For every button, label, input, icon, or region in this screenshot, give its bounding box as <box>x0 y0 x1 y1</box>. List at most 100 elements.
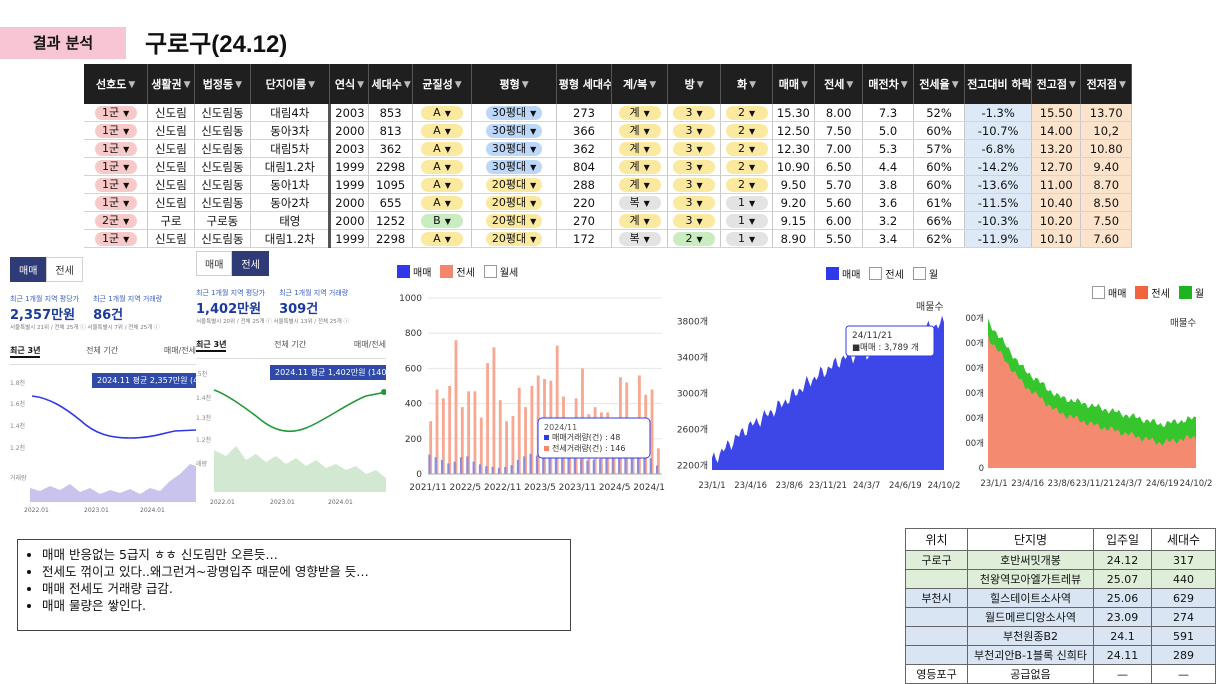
dropdown-chip[interactable]: 2 ▼ <box>725 178 768 192</box>
dropdown-chip[interactable]: 3 ▼ <box>673 142 716 156</box>
filter-icon[interactable]: ▼ <box>308 80 315 90</box>
column-header[interactable]: 세대수 ▼ <box>368 64 413 104</box>
dropdown-chip[interactable]: A ▼ <box>421 124 464 138</box>
column-header[interactable]: 전세율 ▼ <box>913 64 966 104</box>
dropdown-chip[interactable]: 복 ▼ <box>618 232 661 246</box>
filter-icon[interactable]: ▼ <box>749 80 756 90</box>
dropdown-chip[interactable]: 계 ▼ <box>618 106 661 120</box>
dropdown-chip[interactable]: 계 ▼ <box>618 142 661 156</box>
subtab-3y[interactable]: 최근 3년 <box>196 339 227 352</box>
dropdown-chip[interactable]: 계 ▼ <box>618 214 661 228</box>
dropdown-chip[interactable]: 3 ▼ <box>673 124 716 138</box>
column-header[interactable]: 전세 ▼ <box>814 64 864 104</box>
column-header[interactable]: 생활권 ▼ <box>147 64 195 104</box>
dropdown-chip[interactable]: 2 ▼ <box>673 232 716 246</box>
dropdown-chip[interactable]: 1 ▼ <box>725 232 768 246</box>
table-cell: 3 ▼ <box>667 139 722 158</box>
filter-icon[interactable]: ▼ <box>184 80 191 90</box>
dropdown-chip[interactable]: 1군 ▼ <box>94 196 137 210</box>
filter-icon[interactable]: ▼ <box>455 80 462 90</box>
filter-icon[interactable]: ▼ <box>1119 80 1126 90</box>
dropdown-chip[interactable]: B ▼ <box>421 214 464 228</box>
dropdown-chip[interactable]: A ▼ <box>421 160 464 174</box>
dropdown-chip[interactable]: 복 ▼ <box>618 196 661 210</box>
dropdown-chip[interactable]: 30평대 ▼ <box>485 106 543 120</box>
filter-icon[interactable]: ▼ <box>357 80 364 90</box>
dropdown-chip[interactable]: 30평대 ▼ <box>485 160 543 174</box>
column-header[interactable]: 전저점 ▼ <box>1080 64 1132 104</box>
dropdown-chip[interactable]: 3 ▼ <box>673 160 716 174</box>
filter-icon[interactable]: ▼ <box>649 80 656 90</box>
dropdown-chip[interactable]: 계 ▼ <box>618 178 661 192</box>
filter-icon[interactable]: ▼ <box>128 80 135 90</box>
column-header[interactable]: 평형 세대수▼ <box>556 64 613 104</box>
dropdown-chip[interactable]: 1군 ▼ <box>94 106 137 120</box>
supply-row: 부천시 힐스테이트소사역 25.06 629 <box>905 588 1216 608</box>
tab-jeonse[interactable]: 전세 <box>46 257 83 282</box>
filter-icon[interactable]: ▼ <box>846 80 853 90</box>
column-header[interactable]: 연식 ▼ <box>329 64 370 104</box>
tab-jeonse[interactable]: 전세 <box>232 251 269 276</box>
tab-sale[interactable]: 매매 <box>196 251 233 276</box>
dropdown-chip[interactable]: 1 ▼ <box>725 196 768 210</box>
filter-icon[interactable]: ▼ <box>235 80 242 90</box>
subtab-3y[interactable]: 최근 3년 <box>10 345 41 358</box>
column-header[interactable]: 매매 ▼ <box>772 64 815 104</box>
column-header[interactable]: 법정동 ▼ <box>194 64 252 104</box>
subtab-all[interactable]: 전체 기간 <box>86 345 118 358</box>
filter-icon[interactable]: ▼ <box>697 80 704 90</box>
filter-icon[interactable]: ▼ <box>522 80 529 90</box>
filter-icon[interactable]: ▼ <box>801 80 808 90</box>
x-tick: 23/4/16 <box>734 481 767 491</box>
dropdown-chip[interactable]: 계 ▼ <box>618 124 661 138</box>
dropdown-chip[interactable]: 2 ▼ <box>725 124 768 138</box>
column-header[interactable]: 매전차 ▼ <box>862 64 914 104</box>
dropdown-chip[interactable]: 1군 ▼ <box>94 232 137 246</box>
dropdown-chip[interactable]: A ▼ <box>421 142 464 156</box>
dropdown-chip[interactable]: 1군 ▼ <box>94 178 137 192</box>
column-header[interactable]: 단지이름 ▼ <box>250 64 331 104</box>
subtab-sale-jeonse[interactable]: 매매/전세 <box>164 345 196 358</box>
filter-icon[interactable]: ▼ <box>1069 80 1076 90</box>
dropdown-chip[interactable]: 2군 ▼ <box>94 214 137 228</box>
table-cell: 10,2 <box>1080 121 1132 140</box>
dropdown-chip[interactable]: 1군 ▼ <box>94 124 137 138</box>
dropdown-chip[interactable]: 2 ▼ <box>725 142 768 156</box>
dropdown-chip[interactable]: 3 ▼ <box>673 196 716 210</box>
column-header[interactable]: 균질성 ▼ <box>412 64 473 104</box>
dropdown-chip[interactable]: A ▼ <box>421 196 464 210</box>
dropdown-chip[interactable]: 30평대 ▼ <box>485 142 543 156</box>
filter-icon[interactable]: ▼ <box>952 80 959 90</box>
dropdown-chip[interactable]: 20평대 ▼ <box>485 196 543 210</box>
subtab-all[interactable]: 전체 기간 <box>274 339 306 352</box>
dropdown-chip[interactable]: A ▼ <box>421 178 464 192</box>
column-header[interactable]: 계/복 ▼ <box>611 64 668 104</box>
dropdown-chip[interactable]: A ▼ <box>421 232 464 246</box>
dropdown-chip[interactable]: 20평대 ▼ <box>485 232 543 246</box>
dropdown-chip[interactable]: 1군 ▼ <box>94 160 137 174</box>
column-header[interactable]: 선호도 ▼ <box>84 64 149 104</box>
dropdown-chip[interactable]: 3 ▼ <box>673 178 716 192</box>
dropdown-chip[interactable]: 계 ▼ <box>618 160 661 174</box>
tab-sale[interactable]: 매매 <box>10 257 47 282</box>
column-header[interactable]: 화 ▼ <box>720 64 773 104</box>
dropdown-chip[interactable]: 3 ▼ <box>673 214 716 228</box>
column-header[interactable]: 평형 ▼ <box>471 64 557 104</box>
table-cell: -6.8% <box>964 139 1033 158</box>
column-header[interactable]: 전고대비 하락▼ <box>964 64 1033 104</box>
filter-icon[interactable]: ▼ <box>901 80 908 90</box>
dropdown-chip[interactable]: 30평대 ▼ <box>485 124 543 138</box>
dropdown-chip[interactable]: 20평대 ▼ <box>485 178 543 192</box>
dropdown-chip[interactable]: A ▼ <box>421 106 464 120</box>
dropdown-chip[interactable]: 1군 ▼ <box>94 142 137 156</box>
dropdown-chip[interactable]: 2 ▼ <box>725 106 768 120</box>
dropdown-chip[interactable]: 2 ▼ <box>725 160 768 174</box>
column-header[interactable]: 방 ▼ <box>667 64 722 104</box>
filter-icon[interactable]: ▼ <box>404 80 411 90</box>
dropdown-chip[interactable]: 20평대 ▼ <box>485 214 543 228</box>
subtab-sale-jeonse[interactable]: 매매/전세 <box>354 339 386 352</box>
column-header[interactable]: 전고점 ▼ <box>1031 64 1082 104</box>
legend-jeonse-label: 전세 <box>885 270 904 281</box>
dropdown-chip[interactable]: 3 ▼ <box>673 106 716 120</box>
dropdown-chip[interactable]: 1 ▼ <box>725 214 768 228</box>
